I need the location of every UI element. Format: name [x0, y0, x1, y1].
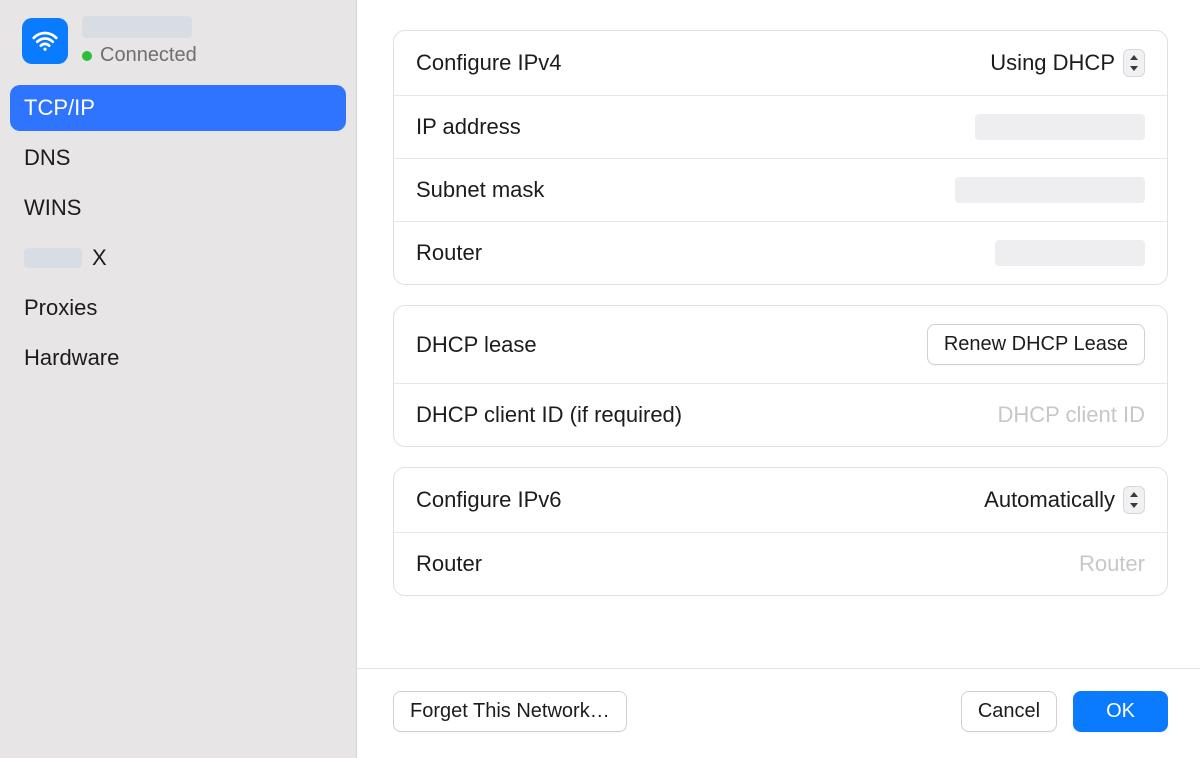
ok-button[interactable]: OK	[1073, 691, 1168, 732]
ipv6-router-input[interactable]: Router	[1079, 551, 1145, 577]
footer: Forget This Network… Cancel OK	[357, 668, 1200, 758]
cancel-button[interactable]: Cancel	[961, 691, 1057, 732]
nav-label: TCP/IP	[24, 95, 95, 121]
configure-ipv6-value: Automatically	[984, 487, 1115, 513]
sidebar-item-hardware[interactable]: Hardware	[10, 335, 346, 381]
dhcp-client-id-input[interactable]: DHCP client ID	[997, 402, 1145, 428]
ipv4-card: Configure IPv4 Using DHCP IP address Sub…	[393, 30, 1168, 285]
nav-label: Proxies	[24, 295, 97, 321]
row-ip-address: IP address	[394, 95, 1167, 158]
content: Configure IPv4 Using DHCP IP address Sub…	[357, 0, 1200, 668]
status-dot-icon	[82, 51, 92, 61]
sidebar-item-proxies[interactable]: Proxies	[10, 285, 346, 331]
ip-address-label: IP address	[416, 114, 521, 140]
wifi-header: Connected	[0, 14, 356, 85]
footer-right: Cancel OK	[961, 691, 1168, 732]
nav-label: WINS	[24, 195, 81, 221]
row-dhcp-client-id: DHCP client ID (if required) DHCP client…	[394, 383, 1167, 446]
subnet-mask-value-redacted	[955, 177, 1145, 203]
router-label: Router	[416, 240, 482, 266]
configure-ipv6-select[interactable]: Automatically	[984, 486, 1145, 514]
ssid-redacted	[82, 16, 192, 38]
connection-status: Connected	[82, 44, 197, 67]
wifi-meta: Connected	[82, 16, 197, 67]
nav-label-redacted	[24, 248, 82, 268]
router-value-redacted	[995, 240, 1145, 266]
status-label: Connected	[100, 44, 197, 67]
ipv6-router-label: Router	[416, 551, 482, 577]
dhcp-card: DHCP lease Renew DHCP Lease DHCP client …	[393, 305, 1168, 447]
wifi-icon	[22, 18, 68, 64]
row-subnet-mask: Subnet mask	[394, 158, 1167, 221]
nav-label: Hardware	[24, 345, 119, 371]
chevron-up-down-icon	[1123, 486, 1145, 514]
row-router: Router	[394, 221, 1167, 284]
main: Configure IPv4 Using DHCP IP address Sub…	[357, 0, 1200, 758]
nav-label: DNS	[24, 145, 70, 171]
row-ipv6-router: Router Router	[394, 532, 1167, 595]
dhcp-client-id-label: DHCP client ID (if required)	[416, 402, 682, 428]
renew-dhcp-lease-button[interactable]: Renew DHCP Lease	[927, 324, 1145, 365]
sidebar-item-tcpip[interactable]: TCP/IP	[10, 85, 346, 131]
sidebar-nav: TCP/IP DNS WINS X Proxies Hardware	[0, 85, 356, 381]
sidebar-item-redacted-x[interactable]: X	[10, 235, 346, 281]
ipv6-card: Configure IPv6 Automatically Router Rout…	[393, 467, 1168, 596]
sidebar-item-wins[interactable]: WINS	[10, 185, 346, 231]
chevron-up-down-icon	[1123, 49, 1145, 77]
row-configure-ipv4: Configure IPv4 Using DHCP	[394, 31, 1167, 95]
forget-network-button[interactable]: Forget This Network…	[393, 691, 627, 732]
configure-ipv4-label: Configure IPv4	[416, 50, 562, 76]
ip-address-value-redacted	[975, 114, 1145, 140]
subnet-mask-label: Subnet mask	[416, 177, 544, 203]
dhcp-lease-label: DHCP lease	[416, 332, 537, 358]
configure-ipv4-value: Using DHCP	[990, 50, 1115, 76]
configure-ipv4-select[interactable]: Using DHCP	[990, 49, 1145, 77]
row-dhcp-lease: DHCP lease Renew DHCP Lease	[394, 306, 1167, 383]
row-configure-ipv6: Configure IPv6 Automatically	[394, 468, 1167, 532]
sidebar: Connected TCP/IP DNS WINS X Proxies Hard…	[0, 0, 357, 758]
configure-ipv6-label: Configure IPv6	[416, 487, 562, 513]
sidebar-item-dns[interactable]: DNS	[10, 135, 346, 181]
nav-label-suffix: X	[92, 245, 107, 271]
